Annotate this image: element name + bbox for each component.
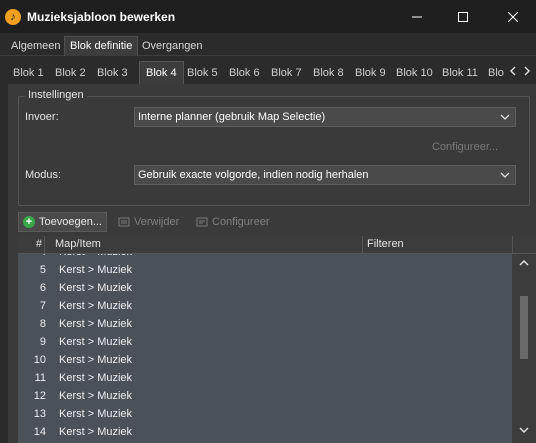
close-icon bbox=[508, 11, 518, 22]
window-title: Muzieksjabloon bewerken bbox=[27, 9, 176, 24]
row-map-item: Kerst > Muziek bbox=[59, 426, 133, 438]
tab-blok-definitie[interactable]: Blok definitie bbox=[64, 36, 139, 56]
table-body: 4 Kerst > Muziek 5 Kerst > Muziek 6 Kerst > M… bbox=[18, 254, 512, 443]
settings-group-title: Instellingen bbox=[25, 89, 87, 101]
column-header-num[interactable]: # bbox=[18, 236, 45, 254]
minimize-button[interactable] bbox=[394, 0, 440, 33]
table-header: # Map/Item Filteren bbox=[18, 236, 536, 254]
invoer-label: Invoer: bbox=[25, 111, 59, 123]
modus-value: Gebruik exacte volgorde, indien nodig he… bbox=[138, 169, 369, 181]
tab-scroll-right-button[interactable] bbox=[521, 62, 533, 82]
row-number: 14 bbox=[33, 426, 46, 438]
delete-button[interactable]: Verwijder bbox=[118, 212, 179, 232]
table-row[interactable]: 5 Kerst > Muziek bbox=[18, 261, 512, 279]
add-button-label: Toevoegen... bbox=[39, 216, 102, 228]
configure-icon bbox=[196, 216, 208, 228]
table-row[interactable]: 8 Kerst > Muziek bbox=[18, 315, 512, 333]
row-map-item: Kerst > Muziek bbox=[59, 264, 133, 276]
tab-scroll-left-button[interactable] bbox=[507, 62, 519, 82]
chevron-left-icon bbox=[510, 66, 516, 76]
row-map-item: Kerst > Muziek bbox=[59, 372, 133, 384]
row-map-item: Kerst > Muziek bbox=[59, 318, 133, 330]
tab-blok-3[interactable]: Blok 3 bbox=[97, 63, 128, 84]
tab-blok-6[interactable]: Blok 6 bbox=[229, 63, 260, 84]
blok-tab-strip: Blok 1 Blok 2 Blok 3 Blok 4 Blok 5 Blok … bbox=[8, 61, 536, 84]
app-icon: ♪ bbox=[5, 8, 21, 25]
delete-button-label: Verwijder bbox=[134, 216, 180, 228]
table-row[interactable]: 11 Kerst > Muziek bbox=[18, 369, 512, 387]
tab-blok-5[interactable]: Blok 5 bbox=[187, 63, 218, 84]
tab-blok-8[interactable]: Blok 8 bbox=[313, 63, 344, 84]
invoer-value: Interne planner (gebruik Map Selectie) bbox=[138, 111, 326, 123]
chevron-down-icon bbox=[500, 114, 510, 120]
row-map-item: Kerst > Muziek bbox=[59, 282, 133, 294]
blok-panel: Instellingen Invoer: Interne planner (ge… bbox=[8, 84, 536, 443]
tab-blok-11[interactable]: Blok 11 bbox=[442, 63, 478, 84]
row-number: 7 bbox=[39, 300, 46, 312]
top-tab-bar: Algemeen Blok definitie Overgangen bbox=[0, 33, 536, 56]
scrollbar-thumb[interactable] bbox=[520, 296, 528, 359]
scroll-up-button[interactable] bbox=[512, 258, 536, 272]
tab-blok-2[interactable]: Blok 2 bbox=[55, 63, 86, 84]
row-map-item: Kerst > Muziek bbox=[59, 408, 133, 420]
row-map-item: Kerst > Muziek bbox=[59, 336, 133, 348]
modus-label: Modus: bbox=[25, 169, 62, 181]
tab-algemeen[interactable]: Algemeen bbox=[6, 36, 66, 56]
add-button[interactable]: + Toevoegen... bbox=[18, 212, 107, 232]
row-number: 6 bbox=[39, 282, 46, 294]
row-number: 5 bbox=[39, 264, 46, 276]
column-header-filteren[interactable]: Filteren bbox=[362, 236, 512, 254]
minimize-icon bbox=[412, 16, 422, 17]
maximize-button[interactable] bbox=[440, 0, 486, 33]
tab-blok-9[interactable]: Blok 9 bbox=[355, 63, 386, 84]
row-number: 8 bbox=[39, 318, 46, 330]
table-row[interactable]: 4 Kerst > Muziek bbox=[18, 254, 512, 261]
chevron-down-icon bbox=[519, 427, 529, 433]
tab-blok-4[interactable]: Blok 4 bbox=[139, 61, 184, 84]
table-row[interactable]: 7 Kerst > Muziek bbox=[18, 297, 512, 315]
title-bar: ♪ Muzieksjabloon bewerken bbox=[0, 0, 536, 33]
invoer-select[interactable]: Interne planner (gebruik Map Selectie) bbox=[134, 107, 516, 127]
row-number: 11 bbox=[34, 372, 46, 384]
item-table: # Map/Item Filteren 4 Kerst > Muziek 5 Kers… bbox=[18, 236, 536, 443]
scroll-down-button[interactable] bbox=[512, 425, 536, 439]
row-number: 12 bbox=[33, 390, 46, 402]
close-button[interactable] bbox=[490, 0, 536, 33]
table-row[interactable]: 12 Kerst > Muziek bbox=[18, 387, 512, 405]
tab-blok-12[interactable]: Blo bbox=[488, 63, 504, 84]
row-number: 10 bbox=[33, 354, 46, 366]
row-number: 13 bbox=[33, 408, 46, 420]
chevron-down-icon bbox=[500, 172, 510, 178]
column-header-spacer bbox=[512, 236, 536, 254]
chevron-right-icon bbox=[524, 66, 530, 76]
table-scrollbar[interactable] bbox=[512, 254, 536, 443]
table-row[interactable]: 10 Kerst > Muziek bbox=[18, 351, 512, 369]
row-number: 9 bbox=[39, 336, 46, 348]
configure-button-label: Configureer bbox=[212, 216, 270, 228]
configure-button[interactable]: Configureer bbox=[196, 212, 269, 232]
configureer-link[interactable]: Configureer... bbox=[432, 141, 498, 153]
list-toolbar: + Toevoegen... Verwijder Configureer bbox=[18, 211, 536, 233]
tab-overgangen[interactable]: Overgangen bbox=[137, 36, 208, 56]
row-map-item: Kerst > Muziek bbox=[59, 390, 133, 402]
add-circle-icon: + bbox=[23, 216, 35, 228]
delete-icon bbox=[118, 216, 130, 228]
modus-select[interactable]: Gebruik exacte volgorde, indien nodig he… bbox=[134, 165, 516, 185]
table-rows: 4 Kerst > Muziek 5 Kerst > Muziek 6 Kerst > M… bbox=[18, 254, 512, 441]
tab-blok-7[interactable]: Blok 7 bbox=[271, 63, 302, 84]
table-row[interactable]: 13 Kerst > Muziek bbox=[18, 405, 512, 423]
maximize-icon bbox=[458, 11, 468, 22]
column-header-map-item[interactable]: Map/Item bbox=[55, 236, 361, 254]
table-row[interactable]: 14 Kerst > Muziek bbox=[18, 423, 512, 441]
row-map-item: Kerst > Muziek bbox=[59, 300, 133, 312]
tab-blok-1[interactable]: Blok 1 bbox=[13, 63, 44, 84]
row-number: 4 bbox=[18, 254, 46, 261]
table-row[interactable]: 9 Kerst > Muziek bbox=[18, 333, 512, 351]
tab-blok-10[interactable]: Blok 10 bbox=[396, 63, 433, 84]
chevron-up-icon bbox=[519, 260, 529, 266]
row-map-item: Kerst > Muziek bbox=[59, 254, 132, 261]
row-map-item: Kerst > Muziek bbox=[59, 354, 133, 366]
table-row[interactable]: 6 Kerst > Muziek bbox=[18, 279, 512, 297]
